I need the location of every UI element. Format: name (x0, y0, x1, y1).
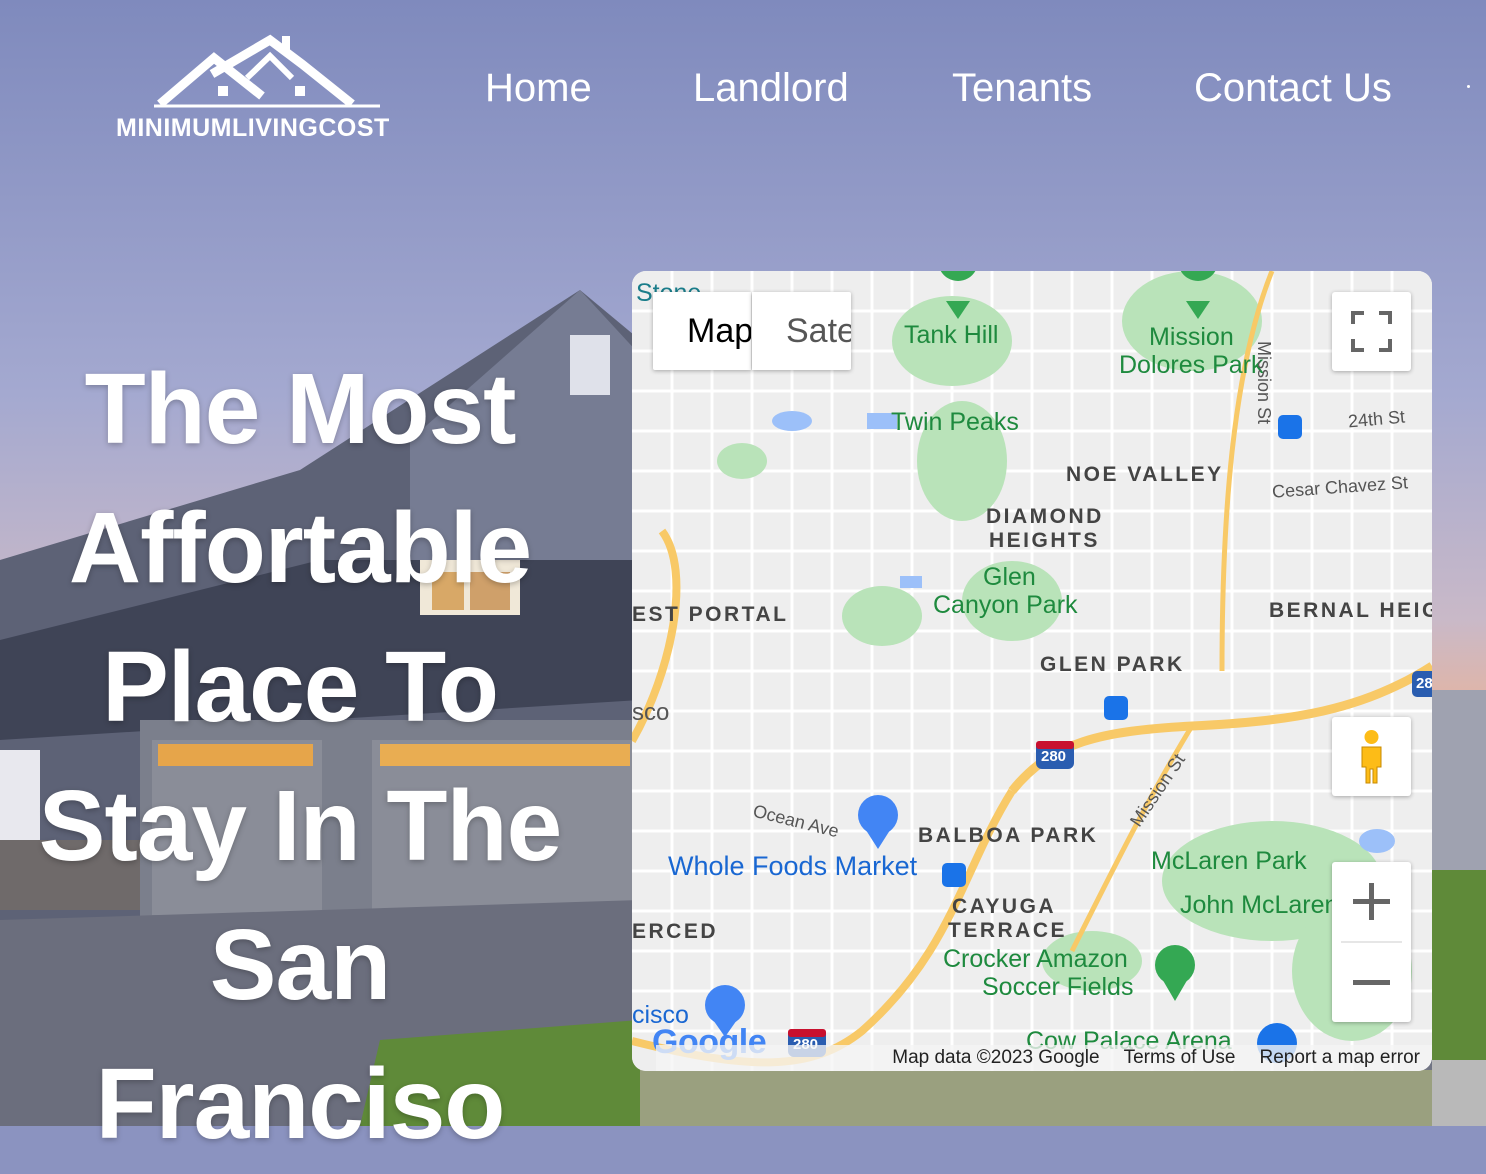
nav-overflow-indicator (1467, 85, 1470, 88)
map-label-diamond-1: DIAMOND (986, 505, 1104, 528)
zoom-control (1332, 862, 1411, 1022)
map-label-crocker-2: Soccer Fields (982, 973, 1134, 1001)
house-roof-logo-icon (154, 34, 380, 108)
map-data-attribution: Map data ©2023 Google (892, 1047, 1100, 1068)
embedded-google-map[interactable]: Stone Tank Hill Mission Dolores Park Mis… (632, 271, 1432, 1071)
report-map-error-link[interactable]: Report a map error (1259, 1047, 1420, 1069)
map-label-mission-dolores-2: Dolores Park (1119, 351, 1264, 379)
map-label-mission-dolores-1: Mission (1149, 323, 1234, 351)
map-label-noe-valley: NOE VALLEY (1066, 463, 1224, 486)
map-label-cayuga-2: TERRACE (948, 919, 1068, 942)
map-type-satellite-label: Satellite (786, 311, 851, 350)
hero-headline: The Most Affortable Place To Stay In The… (38, 353, 562, 1160)
map-label-whole-foods[interactable]: Whole Foods Market (668, 851, 917, 882)
map-label-sco: sco (632, 699, 670, 726)
map-type-map-label: Map (687, 311, 751, 350)
map-label-mclaren-park: McLaren Park (1151, 847, 1307, 875)
top-navigation: MINIMUMLIVINGCOST Home Landlord Tenants … (0, 0, 1486, 180)
map-label-mission-st-vertical: Mission St (1254, 341, 1274, 425)
map-label-cayuga-1: CAYUGA (952, 895, 1057, 918)
map-label-glen-canyon-2: Canyon Park (933, 591, 1078, 619)
fullscreen-icon (1351, 311, 1392, 352)
map-label-balboa-park: BALBOA PARK (918, 824, 1099, 847)
zoom-in-button[interactable] (1332, 862, 1411, 941)
map-label-glen-canyon-1: Glen (983, 563, 1036, 591)
map-label-west-portal: EST PORTAL (632, 603, 789, 626)
map-attribution-bar: Map data ©2023 Google Terms of Use Repor… (656, 1045, 1432, 1071)
nav-landlord[interactable]: Landlord (693, 66, 849, 111)
pegman-icon (1361, 730, 1382, 784)
map-label-highway-28: 28 (1416, 675, 1432, 692)
map-label-tank-hill: Tank Hill (904, 321, 999, 349)
map-label-bernal-heights: BERNAL HEIG (1269, 599, 1432, 622)
map-label-erced: ERCED (632, 920, 719, 943)
logo-wordmark: MINIMUMLIVINGCOST (116, 114, 390, 142)
map-label-diamond-2: HEIGHTS (989, 529, 1100, 552)
map-label-twin-peaks: Twin Peaks (891, 408, 1019, 436)
map-label-highway-280: 280 (1041, 748, 1067, 765)
nav-tenants[interactable]: Tenants (952, 66, 1092, 111)
street-view-pegman-button[interactable] (1332, 717, 1411, 796)
map-label-crocker-1: Crocker Amazon (943, 945, 1128, 973)
map-type-map-button[interactable]: Map (653, 292, 751, 370)
plus-icon (1353, 883, 1390, 920)
terms-of-use-link[interactable]: Terms of Use (1124, 1047, 1236, 1069)
map-type-satellite-button[interactable]: Satellite (752, 292, 851, 370)
fullscreen-button[interactable] (1332, 292, 1411, 371)
site-logo[interactable]: MINIMUMLIVINGCOST (112, 34, 417, 146)
minus-icon (1353, 980, 1390, 985)
nav-home[interactable]: Home (485, 66, 592, 111)
nav-contact-us[interactable]: Contact Us (1194, 66, 1392, 111)
zoom-out-button[interactable] (1332, 943, 1411, 1022)
map-label-glen-park: GLEN PARK (1040, 653, 1185, 676)
